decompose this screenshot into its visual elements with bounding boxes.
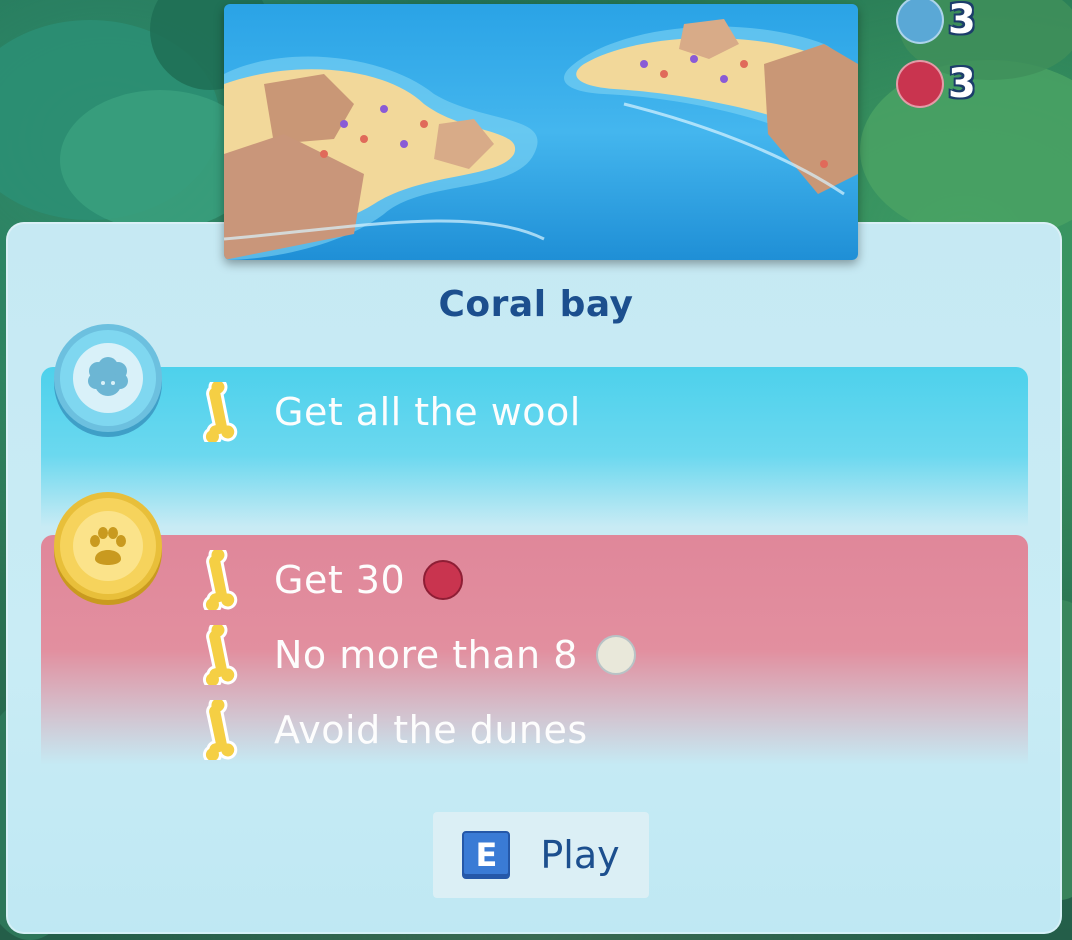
red-counter-value: 3 — [948, 61, 976, 107]
level-preview-image — [224, 4, 858, 260]
bone-icon — [203, 625, 238, 685]
objective-text: Get all the wool — [274, 390, 581, 434]
objective-avoid-dunes: Avoid the dunes — [200, 700, 588, 760]
level-title: Coral bay — [438, 284, 634, 325]
bone-icon — [203, 550, 238, 610]
blue-orb-icon — [896, 0, 944, 44]
objective-text: Avoid the dunes — [274, 708, 588, 752]
red-orb-icon — [423, 560, 464, 600]
sheep-icon — [88, 357, 128, 396]
bonus-objective-badge — [60, 498, 156, 594]
bone-icon — [203, 382, 238, 442]
primary-objective-badge — [60, 330, 156, 426]
white-orb-icon — [595, 635, 636, 675]
objective-get-wool: Get all the wool — [200, 382, 581, 442]
red-orb-icon — [896, 60, 944, 108]
key-e-icon: E — [462, 831, 511, 879]
bone-icon — [203, 700, 238, 760]
blue-counter-value: 3 — [948, 0, 976, 43]
objective-get-30: Get 30 — [200, 550, 464, 610]
play-button[interactable]: E Play — [433, 812, 649, 898]
objective-text: Get 30 — [274, 558, 406, 602]
paw-icon — [90, 527, 126, 565]
hud-red-counter: 3 — [896, 60, 976, 108]
objective-no-more-than-8: No more than 8 — [200, 625, 636, 685]
play-label: Play — [540, 833, 620, 877]
hud-blue-counter: 3 — [896, 0, 976, 44]
objective-text: No more than 8 — [274, 633, 578, 677]
